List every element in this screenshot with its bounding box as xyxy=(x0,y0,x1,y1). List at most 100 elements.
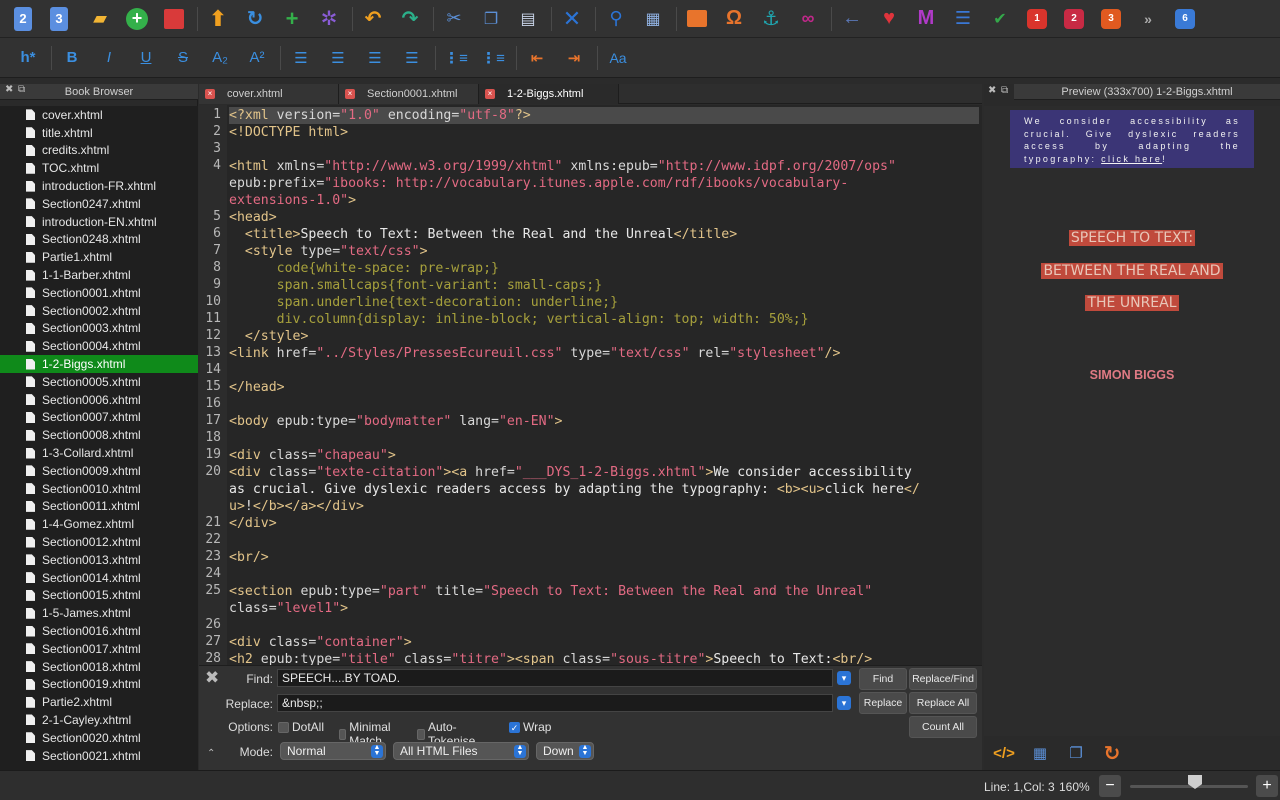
editor-tab[interactable]: × Section0001.xhtml xyxy=(339,84,479,104)
add-item-icon[interactable]: + xyxy=(278,6,306,32)
validate-icon[interactable]: ✕ xyxy=(558,6,586,32)
open-folder-icon[interactable]: ▰ xyxy=(86,6,114,32)
find-history-dropdown[interactable]: ▾ xyxy=(837,671,851,685)
redo-icon[interactable]: ↷ xyxy=(396,6,424,32)
file-list-item[interactable]: Section0247.xhtml xyxy=(0,195,198,213)
file-list-item[interactable]: credits.xhtml xyxy=(0,142,198,160)
cut-icon[interactable]: ✂ xyxy=(440,6,468,32)
change-case-button[interactable]: Aa xyxy=(604,45,632,71)
paste-icon[interactable]: ▤ xyxy=(514,6,542,32)
file-list-item[interactable]: Section0015.xhtml xyxy=(0,587,198,605)
anchor-icon[interactable]: ⚓ xyxy=(757,6,785,32)
find-input[interactable]: SPEECH....BY TOAD. xyxy=(277,669,833,687)
select-all-icon[interactable]: ▦ xyxy=(1028,741,1052,765)
click-here-link[interactable]: click here xyxy=(1101,154,1162,164)
file-list-item[interactable]: cover.xhtml xyxy=(0,106,198,124)
replace-input[interactable]: &nbsp;; xyxy=(277,694,833,712)
special-character-icon[interactable]: Ω xyxy=(720,6,748,32)
toc-icon[interactable]: ☰ xyxy=(949,6,977,32)
replace-all-button[interactable]: Replace All xyxy=(909,692,977,714)
replace-find-button[interactable]: Replace/Find xyxy=(909,668,977,690)
file-list-item[interactable]: introduction-EN.xhtml xyxy=(0,213,198,231)
scope-select[interactable]: All HTML Files ▲ ▼ xyxy=(393,742,529,760)
code-editor[interactable]: 1 2 3 4 5 6 7 8 9 10 11 12 13 14 15 16 17 18 19 20 21 22 23 24 2… xyxy=(199,105,982,665)
file-list-item[interactable]: Partie1.xhtml xyxy=(0,248,198,266)
reload-icon[interactable]: ↻ xyxy=(241,6,269,32)
file-list-item[interactable]: Section0010.xhtml xyxy=(0,480,198,498)
italic-button[interactable]: I xyxy=(95,45,123,71)
close-find-icon[interactable]: ✖ xyxy=(205,668,219,688)
copy-icon[interactable]: ❐ xyxy=(477,6,505,32)
file-list-item[interactable]: Section0017.xhtml xyxy=(0,640,198,658)
new-epub2-icon[interactable]: 2 xyxy=(14,6,32,31)
file-list-item[interactable]: Section0012.xhtml xyxy=(0,533,198,551)
file-list-item[interactable]: Section0019.xhtml xyxy=(0,676,198,694)
file-list-item[interactable]: Section0018.xhtml xyxy=(0,658,198,676)
undo-icon[interactable]: ↶ xyxy=(359,6,387,32)
close-icon[interactable]: ✖ xyxy=(5,84,13,95)
subscript-button[interactable]: A₂ xyxy=(206,45,234,71)
align-right-icon[interactable]: ☰ xyxy=(361,45,389,71)
link-icon[interactable]: ∞ xyxy=(794,6,822,32)
file-list-item[interactable]: 1-3-Collard.xhtml xyxy=(0,444,198,462)
copy-icon[interactable]: ❐ xyxy=(1064,741,1088,765)
file-list-item[interactable]: Section0020.xhtml xyxy=(0,729,198,747)
superscript-button[interactable]: A² xyxy=(243,45,271,71)
editor-tab[interactable]: × cover.xhtml xyxy=(199,84,339,104)
search-icon[interactable]: ⚲ xyxy=(602,6,630,32)
settings-gear-icon[interactable]: ✲ xyxy=(315,6,343,32)
zoom-out-button[interactable]: − xyxy=(1099,775,1121,797)
file-list-item[interactable]: Section0014.xhtml xyxy=(0,569,198,587)
file-list-item[interactable]: Section0009.xhtml xyxy=(0,462,198,480)
plugin-2-icon[interactable]: 2 xyxy=(1060,6,1088,32)
new-epub3-icon[interactable]: 3 xyxy=(50,6,68,31)
file-list-item[interactable]: Partie2.xhtml xyxy=(0,693,198,711)
find-button[interactable]: Find xyxy=(859,668,907,690)
favorite-heart-icon[interactable]: ♥ xyxy=(875,6,903,32)
file-list-item[interactable]: Section0006.xhtml xyxy=(0,391,198,409)
option-checkbox[interactable]: ✓ Wrap xyxy=(509,720,551,734)
tab-close-icon[interactable]: × xyxy=(205,89,215,99)
back-arrow-icon[interactable]: ← xyxy=(838,6,866,32)
replace-history-dropdown[interactable]: ▾ xyxy=(837,696,851,710)
add-file-icon[interactable]: + xyxy=(123,6,151,32)
float-icon[interactable]: ⧉ xyxy=(18,84,25,95)
float-icon[interactable]: ⧉ xyxy=(1001,85,1008,96)
strikethrough-button[interactable]: S xyxy=(169,45,197,71)
file-list-item[interactable]: Section0016.xhtml xyxy=(0,622,198,640)
numbered-list-icon[interactable]: ⋮≡ xyxy=(479,45,507,71)
file-list-item[interactable]: 1-1-Barber.xhtml xyxy=(0,266,198,284)
direction-select[interactable]: Down ▲ ▼ xyxy=(536,742,594,760)
align-left-icon[interactable]: ☰ xyxy=(287,45,315,71)
increase-indent-icon[interactable]: ⇥ xyxy=(560,45,588,71)
file-list-item[interactable]: Section0007.xhtml xyxy=(0,409,198,427)
refresh-icon[interactable]: ↻ xyxy=(1100,741,1124,765)
plugin-3-icon[interactable]: 3 xyxy=(1097,6,1125,32)
underline-button[interactable]: U xyxy=(132,45,160,71)
mode-select[interactable]: Normal ▲ ▼ xyxy=(280,742,386,760)
file-list-item[interactable]: Section0011.xhtml xyxy=(0,498,198,516)
count-all-button[interactable]: Count All xyxy=(909,716,977,738)
close-icon[interactable]: ✖ xyxy=(988,85,996,96)
file-list-item[interactable]: Section0004.xhtml xyxy=(0,337,198,355)
file-list-item[interactable]: 1-2-Biggs.xhtml xyxy=(0,355,198,373)
bullet-list-icon[interactable]: ⋮≡ xyxy=(442,45,470,71)
file-list-item[interactable]: 1-5-James.xhtml xyxy=(0,604,198,622)
file-list-item[interactable]: 2-1-Cayley.xhtml xyxy=(0,711,198,729)
file-list-item[interactable]: Section0003.xhtml xyxy=(0,320,198,338)
split-icon[interactable]: ▦ xyxy=(639,6,667,32)
file-list-item[interactable]: Section0005.xhtml xyxy=(0,373,198,391)
align-justify-icon[interactable]: ☰ xyxy=(398,45,426,71)
decrease-indent-icon[interactable]: ⇤ xyxy=(523,45,551,71)
zoom-in-button[interactable]: + xyxy=(1256,775,1278,797)
zoom-slider[interactable] xyxy=(1130,785,1248,788)
option-checkbox[interactable]: DotAll xyxy=(278,720,324,734)
heading-dropdown[interactable]: h* xyxy=(14,45,42,71)
inspect-code-icon[interactable]: </> xyxy=(992,741,1016,765)
save-icon[interactable] xyxy=(160,6,188,32)
editor-tab[interactable]: × 1-2-Biggs.xhtml xyxy=(479,84,619,104)
file-list-item[interactable]: Section0001.xhtml xyxy=(0,284,198,302)
metadata-editor-icon[interactable]: M xyxy=(912,6,940,32)
plugin-6-icon[interactable]: 6 xyxy=(1171,6,1199,32)
file-list-item[interactable]: Section0008.xhtml xyxy=(0,426,198,444)
